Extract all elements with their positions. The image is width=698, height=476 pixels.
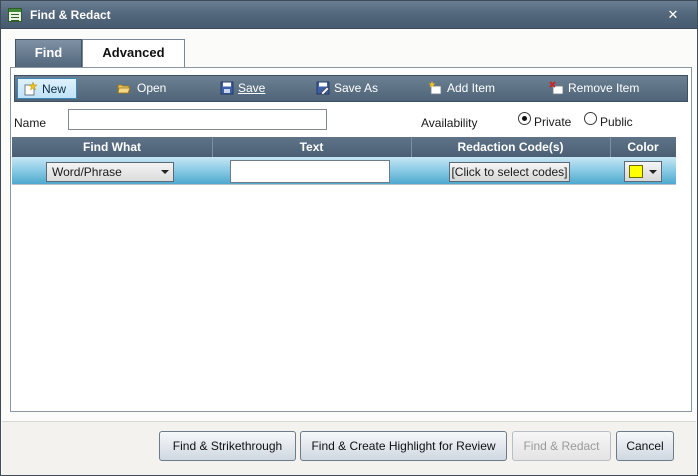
new-label: New <box>42 82 67 96</box>
save-as-label: Save As <box>334 81 379 95</box>
name-input[interactable] <box>68 109 327 130</box>
close-icon: ✕ <box>667 7 679 22</box>
add-item-button[interactable]: Add Item <box>428 78 518 99</box>
private-radio[interactable] <box>518 112 531 125</box>
find-create-highlight-button[interactable]: Find & Create Highlight for Review <box>300 431 507 461</box>
window-title: Find & Redact <box>30 8 111 22</box>
column-header-find-what[interactable]: Find What <box>12 140 212 154</box>
table-row[interactable]: Word/Phrase [Click to select codes] <box>12 157 676 184</box>
remove-item-button[interactable]: Remove Item <box>549 78 659 99</box>
close-button[interactable]: ✕ <box>662 7 684 23</box>
chevron-down-icon <box>649 170 657 174</box>
public-radio[interactable] <box>584 112 597 125</box>
text-input[interactable] <box>230 160 390 183</box>
find-what-dropdown[interactable]: Word/Phrase <box>46 162 174 182</box>
button-bar: Find & Strikethrough Find & Create Highl… <box>2 421 696 475</box>
save-as-button[interactable]: Save As <box>316 78 386 99</box>
column-header-redaction-codes[interactable]: Redaction Code(s) <box>411 140 610 154</box>
new-button[interactable]: New <box>17 78 77 99</box>
advanced-panel: New Open Save Save As Add Item Remove It… <box>10 67 692 412</box>
remove-item-label: Remove Item <box>568 81 640 95</box>
new-document-icon <box>24 82 37 96</box>
find-what-value: Word/Phrase <box>52 165 122 179</box>
grid-header: Find What Text Redaction Code(s) Color <box>12 137 676 157</box>
row-divider <box>12 184 676 185</box>
app-icon <box>8 8 22 22</box>
private-radio-label[interactable]: Private <box>534 115 571 129</box>
color-swatch <box>629 165 643 178</box>
availability-label: Availability <box>421 116 478 130</box>
public-radio-label[interactable]: Public <box>600 115 633 129</box>
save-button[interactable]: Save <box>220 78 276 99</box>
cancel-button[interactable]: Cancel <box>616 431 674 461</box>
tab-find[interactable]: Find <box>15 39 82 67</box>
chevron-down-icon <box>161 170 169 174</box>
save-as-icon <box>316 81 330 95</box>
find-strikethrough-button[interactable]: Find & Strikethrough <box>159 431 296 461</box>
find-redact-button[interactable]: Find & Redact <box>512 431 611 461</box>
remove-item-icon <box>549 81 563 95</box>
open-label: Open <box>137 81 167 95</box>
title-bar[interactable]: Find & Redact ✕ <box>1 1 697 29</box>
save-disk-icon <box>220 81 234 95</box>
folder-open-icon <box>117 84 131 94</box>
save-label: Save <box>238 81 266 95</box>
color-picker[interactable] <box>624 161 662 182</box>
find-redact-dialog: Find & Redact ✕ Find Advanced New Open S… <box>0 0 698 476</box>
select-codes-button[interactable]: [Click to select codes] <box>449 162 570 182</box>
toolbar: New Open Save Save As Add Item Remove It… <box>14 75 688 102</box>
name-label: Name <box>14 116 47 130</box>
column-header-text[interactable]: Text <box>212 140 411 154</box>
column-header-color[interactable]: Color <box>610 140 676 154</box>
add-item-icon <box>428 81 442 95</box>
tab-advanced[interactable]: Advanced <box>82 39 185 67</box>
add-item-label: Add Item <box>447 81 496 95</box>
open-button[interactable]: Open <box>117 78 177 99</box>
